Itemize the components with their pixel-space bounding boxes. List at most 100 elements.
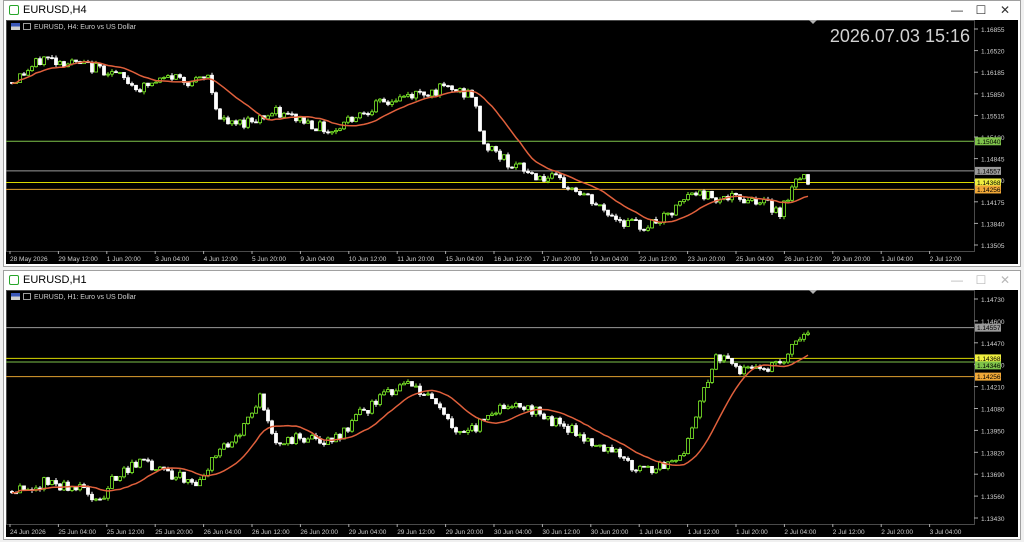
candle-body — [782, 200, 786, 217]
time-axis-label: 5 Jun 20:00 — [252, 256, 286, 263]
candle-body — [518, 403, 522, 408]
candle-body — [526, 405, 530, 410]
price-chart[interactable]: 1.168551.165201.161851.158501.155151.151… — [6, 20, 1018, 264]
candle-body — [770, 362, 774, 372]
maximize-button[interactable]: ☐ — [970, 272, 992, 289]
candle-body — [806, 174, 810, 185]
candle-body — [22, 73, 26, 76]
time-axis-label: 4 Jun 12:00 — [204, 256, 238, 263]
chart-frame — [6, 290, 975, 525]
candle-body — [138, 89, 142, 93]
candle-body — [282, 443, 286, 446]
candle-body — [710, 368, 714, 383]
candle-body — [42, 477, 46, 490]
minimize-button[interactable]: — — [946, 272, 968, 289]
candle-body — [574, 425, 578, 436]
candle-body — [406, 381, 410, 384]
candle-body — [214, 92, 218, 110]
candle-body — [630, 219, 634, 221]
time-axis-label: 25 Jun 04:00 — [736, 256, 774, 263]
chart-window-h1[interactable]: EURUSD,H1 — ☐ ✕ 1.14730 1.14600 1.14470 1.1… — [3, 270, 1021, 540]
candle-body — [198, 76, 202, 79]
candle-body — [738, 365, 742, 375]
minimize-button[interactable]: — — [946, 2, 968, 19]
candle-body — [610, 214, 614, 217]
candle-body — [666, 461, 670, 469]
time-axis-label: 22 Jun 12:00 — [639, 256, 677, 263]
candle-body — [582, 193, 586, 196]
candle-body — [122, 467, 126, 478]
candle-body — [38, 58, 42, 65]
candle-body — [110, 71, 114, 75]
chart-window-h4[interactable]: EURUSD,H4 — ☐ ✕ 1.16855 1.16520 1.16185 1.1… — [3, 0, 1021, 267]
candle-body — [458, 431, 462, 433]
candle-body — [586, 193, 590, 196]
candle-body — [94, 63, 98, 73]
candle-body — [606, 447, 610, 452]
candle-body — [690, 192, 694, 195]
time-axis-label: 23 Jun 20:00 — [688, 256, 726, 263]
price-axis-label: 1.13840 — [981, 221, 1005, 228]
candle-body — [498, 404, 502, 414]
time-axis-label: 29 Jun 20:00 — [833, 256, 871, 263]
candle-body — [182, 471, 186, 483]
candle-body — [562, 423, 566, 427]
candle-body — [58, 61, 62, 66]
candlestick-chart[interactable]: 1.147301.146001.144701.143401.142101.140… — [6, 290, 1018, 537]
candle-body — [98, 498, 102, 501]
candle-body — [534, 406, 538, 415]
close-button[interactable]: ✕ — [994, 2, 1016, 19]
title-bar[interactable]: EURUSD,H4 — ☐ ✕ — [4, 1, 1020, 20]
chart-window-icon — [9, 5, 19, 15]
time-axis-label: 10 Jun 12:00 — [349, 256, 387, 263]
candle-body — [322, 442, 326, 445]
candle-body — [74, 59, 78, 62]
candle-body — [530, 172, 534, 174]
candle-body — [542, 413, 546, 420]
candle-body — [166, 468, 170, 472]
candle-body — [370, 111, 374, 116]
time-axis-label: 15 Jun 04:00 — [446, 256, 484, 263]
candle-body — [402, 382, 406, 386]
close-button[interactable]: ✕ — [994, 272, 1016, 289]
title-bar[interactable]: EURUSD,H1 — ☐ ✕ — [4, 271, 1020, 290]
time-axis-label: 1 Jun 20:00 — [107, 256, 141, 263]
level-price-label: 1.14557 — [977, 168, 1001, 175]
candle-body — [514, 163, 518, 169]
candle-body — [594, 203, 598, 206]
candle-body — [510, 166, 514, 169]
time-axis-label: 29 Jun 20:00 — [446, 529, 484, 536]
price-chart[interactable]: 1.147301.146001.144701.143401.142101.140… — [6, 290, 1018, 537]
candle-body — [350, 420, 354, 432]
time-axis-label: 17 Jun 20:00 — [542, 256, 580, 263]
candle-body — [766, 368, 770, 372]
level-price-label: 1.14346 — [977, 363, 1001, 370]
window-title: EURUSD,H1 — [23, 274, 87, 286]
candle-body — [394, 390, 398, 396]
candle-body — [614, 215, 618, 220]
candle-body — [366, 113, 370, 116]
candle-body — [334, 433, 338, 443]
candle-body — [126, 467, 130, 473]
candlestick-chart[interactable]: 1.168551.165201.161851.158501.155151.151… — [6, 20, 1018, 264]
candle-body — [26, 70, 30, 76]
price-axis-label: 1.13820 — [981, 450, 1005, 457]
candle-body — [518, 162, 522, 165]
candle-body — [154, 81, 158, 84]
candle-body — [790, 343, 794, 355]
candle-body — [442, 83, 446, 87]
candle-body — [54, 480, 58, 485]
candle-body — [550, 416, 554, 427]
candle-body — [666, 212, 670, 215]
candle-body — [678, 201, 682, 206]
candle-body — [610, 447, 614, 453]
maximize-button[interactable]: ☐ — [970, 2, 992, 19]
candle-body — [254, 406, 258, 414]
candle-body — [126, 77, 130, 84]
candle-body — [78, 484, 82, 491]
candle-body — [142, 458, 146, 461]
time-axis-label: 1 Jul 20:00 — [736, 529, 768, 536]
time-axis-label: 26 Jun 12:00 — [784, 256, 822, 263]
candle-body — [222, 117, 226, 120]
candle-body — [446, 413, 450, 420]
